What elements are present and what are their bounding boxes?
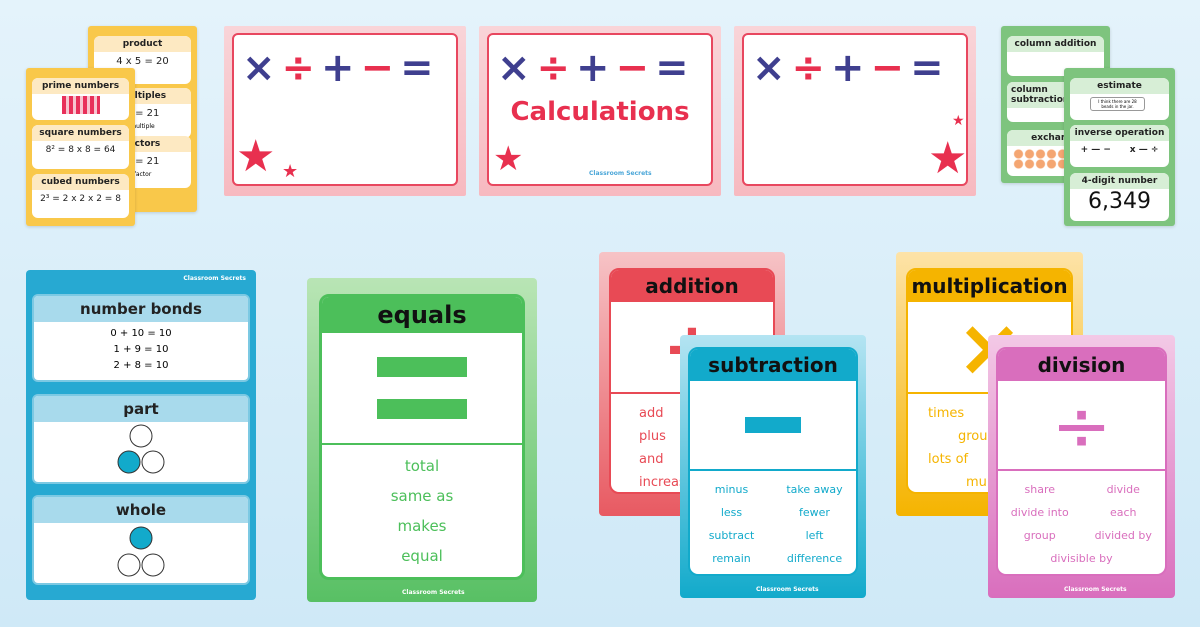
section-title: product bbox=[94, 36, 191, 52]
word: divided by bbox=[1094, 529, 1152, 542]
operation-symbols: ×÷+−= bbox=[497, 45, 695, 91]
divide-icon: ÷ bbox=[281, 45, 322, 91]
section-title: part bbox=[34, 396, 248, 422]
plus-icon: + bbox=[321, 45, 361, 91]
times-icon: × bbox=[752, 45, 792, 91]
word: fewer bbox=[799, 506, 830, 519]
number-bonds-card: Classroom Secrets number bonds 0 + 10 = … bbox=[26, 270, 256, 600]
section-body: 6,349 bbox=[1088, 189, 1151, 214]
classroom-secrets-logo: Classroom Secrets bbox=[1064, 586, 1127, 593]
section-title: estimate bbox=[1070, 78, 1169, 94]
section-title: inverse operation bbox=[1070, 125, 1169, 141]
green-card-front: estimate I think there are 28 beads in th… bbox=[1064, 68, 1175, 226]
classroom-secrets-logo: Classroom Secrets bbox=[589, 170, 652, 177]
section-title: whole bbox=[34, 497, 248, 523]
word: left bbox=[805, 529, 824, 542]
bond-line: 1 + 9 = 10 bbox=[113, 344, 169, 355]
division-card: division ÷ share divide divide into each gro… bbox=[988, 335, 1175, 598]
star-icon: ★ bbox=[493, 139, 524, 179]
number-bonds-section: number bonds 0 + 10 = 10 1 + 9 = 10 2 + 8 … bbox=[32, 294, 250, 382]
bond-line: 0 + 10 = 10 bbox=[110, 328, 172, 339]
star-icon: ★ bbox=[236, 131, 276, 182]
operation-symbols: ×÷+−= bbox=[242, 45, 440, 91]
subtraction-card: subtraction minus take away less fewer subtr… bbox=[680, 335, 866, 598]
times-icon: × bbox=[497, 45, 537, 91]
card-title: equals bbox=[322, 297, 522, 333]
word: total bbox=[404, 457, 440, 475]
divide-icon: ÷ bbox=[998, 381, 1165, 471]
minus-icon: − bbox=[360, 45, 401, 91]
banner-title: Calculations bbox=[510, 97, 690, 127]
prime-grid-image bbox=[61, 96, 100, 114]
operation-symbols: ×÷+−= bbox=[752, 45, 950, 91]
part-section: part bbox=[32, 394, 250, 484]
section-title: number bonds bbox=[34, 296, 248, 322]
section-body: + — − x — ÷ bbox=[1080, 145, 1159, 155]
square-section: square numbers 8² = 8 x 8 = 64 bbox=[32, 125, 129, 169]
word: divisible by bbox=[1050, 552, 1113, 565]
equals-symbol-icon bbox=[322, 333, 522, 445]
operations-banner-1: ×÷+−= ★ ★ bbox=[224, 26, 466, 196]
word: divide bbox=[1106, 483, 1140, 496]
minus-icon bbox=[690, 381, 856, 471]
equals-card: equals total same as makes equal Classroom … bbox=[307, 278, 537, 602]
divide-icon: ÷ bbox=[791, 45, 832, 91]
word: less bbox=[720, 506, 743, 519]
word: equal bbox=[401, 547, 443, 565]
section-body: 2³ = 2 x 2 x 2 = 8 bbox=[40, 194, 121, 204]
card-title: addition bbox=[611, 270, 773, 302]
calculations-banner: ×÷+−= Calculations ★ Classroom Secrets bbox=[479, 26, 721, 196]
four-digit-section: 4-digit number 6,349 bbox=[1070, 173, 1169, 221]
section-body: 8² = 8 x 8 = 64 bbox=[45, 145, 116, 155]
star-icon: ★ bbox=[952, 113, 965, 129]
plus-icon: + bbox=[831, 45, 871, 91]
plus-icon: + bbox=[576, 45, 616, 91]
word: minus bbox=[714, 483, 749, 496]
word: each bbox=[1109, 506, 1137, 519]
minus-icon: − bbox=[615, 45, 656, 91]
word: makes bbox=[397, 517, 447, 535]
card-title: division bbox=[998, 349, 1165, 381]
equals-icon: = bbox=[655, 45, 695, 91]
yellow-card-front: prime numbers square numbers 8² = 8 x 8 =… bbox=[26, 68, 135, 226]
word: share bbox=[1024, 483, 1056, 496]
classroom-secrets-logo: Classroom Secrets bbox=[756, 586, 819, 593]
minus-icon: − bbox=[870, 45, 911, 91]
section-title: square numbers bbox=[32, 125, 129, 141]
equals-icon: = bbox=[910, 45, 950, 91]
speech-bubble: I think there are 28 beads in the jar. bbox=[1090, 97, 1145, 111]
classroom-secrets-logo: Classroom Secrets bbox=[183, 275, 246, 282]
divide-icon: ÷ bbox=[536, 45, 577, 91]
part-whole-diagram bbox=[117, 526, 165, 577]
word: remain bbox=[712, 552, 751, 565]
part-whole-diagram bbox=[117, 424, 165, 474]
section-title: column addition bbox=[1007, 36, 1104, 52]
bond-line: 2 + 8 = 10 bbox=[113, 360, 169, 371]
card-title: multiplication bbox=[908, 270, 1071, 302]
card-title: subtraction bbox=[690, 349, 856, 381]
star-icon: ★ bbox=[928, 133, 968, 184]
operations-banner-2: ×÷+−= ★ ★ bbox=[734, 26, 976, 196]
classroom-secrets-logo: Classroom Secrets bbox=[402, 589, 465, 596]
word: divide into bbox=[1010, 506, 1069, 519]
equals-icon: = bbox=[400, 45, 440, 91]
word: same as bbox=[390, 487, 454, 505]
times-icon: × bbox=[242, 45, 282, 91]
word: difference bbox=[786, 552, 843, 565]
whole-section: whole bbox=[32, 495, 250, 585]
word: take away bbox=[786, 483, 843, 496]
inverse-section: inverse operation + — − x — ÷ bbox=[1070, 125, 1169, 167]
section-title: cubed numbers bbox=[32, 174, 129, 190]
section-title: prime numbers bbox=[32, 78, 129, 94]
cubed-section: cubed numbers 2³ = 2 x 2 x 2 = 8 bbox=[32, 174, 129, 218]
estimate-section: estimate I think there are 28 beads in th… bbox=[1070, 78, 1169, 120]
word: subtract bbox=[708, 529, 755, 542]
word: group bbox=[1023, 529, 1056, 542]
section-title: 4-digit number bbox=[1070, 173, 1169, 189]
prime-section: prime numbers bbox=[32, 78, 129, 120]
star-icon: ★ bbox=[282, 161, 299, 182]
